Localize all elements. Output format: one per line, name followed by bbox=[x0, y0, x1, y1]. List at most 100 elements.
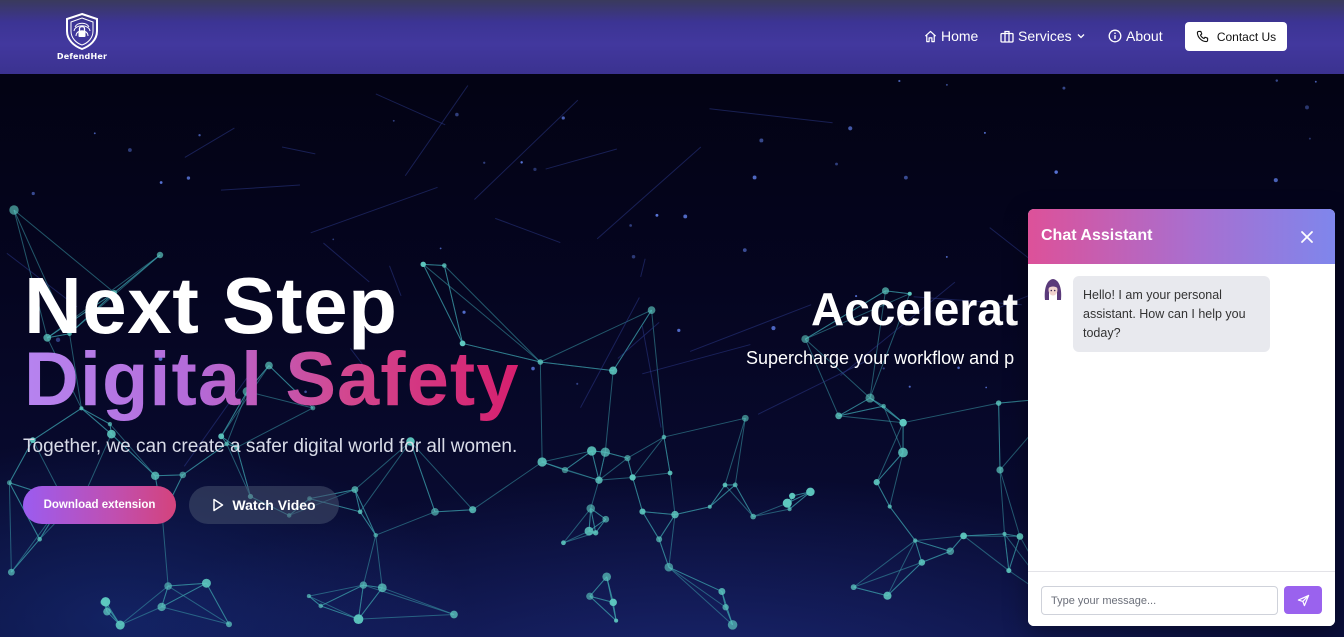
network-node bbox=[595, 476, 603, 484]
network-star bbox=[520, 161, 523, 164]
network-star bbox=[945, 83, 948, 86]
network-star bbox=[742, 248, 747, 252]
slide-title: Accelerat bbox=[811, 283, 1019, 335]
nav-home-label: Home bbox=[941, 28, 979, 44]
network-node bbox=[801, 335, 810, 344]
network-node bbox=[7, 568, 15, 576]
network-node bbox=[115, 620, 125, 630]
nav-home[interactable]: Home bbox=[924, 26, 978, 46]
network-line bbox=[752, 502, 788, 518]
network-line bbox=[606, 576, 617, 621]
chat-assistant-panel: Chat Assistant Hello! I am your personal… bbox=[1028, 209, 1335, 626]
send-button[interactable] bbox=[1284, 586, 1322, 614]
network-node bbox=[741, 414, 749, 422]
network-line bbox=[709, 108, 833, 124]
network-line bbox=[539, 361, 543, 462]
network-node bbox=[156, 251, 164, 259]
network-node bbox=[718, 587, 726, 595]
network-node bbox=[787, 507, 792, 512]
network-star bbox=[629, 224, 632, 227]
network-star bbox=[159, 181, 163, 184]
close-icon[interactable] bbox=[1298, 228, 1316, 246]
shield-icon bbox=[66, 12, 98, 50]
network-line bbox=[887, 540, 916, 596]
watch-video-label: Watch Video bbox=[232, 497, 316, 513]
nav-about-label: About bbox=[1126, 28, 1163, 44]
network-star bbox=[1273, 178, 1278, 183]
brand-logo[interactable]: DefendHer bbox=[56, 12, 108, 64]
network-line bbox=[596, 146, 702, 240]
network-line bbox=[663, 436, 671, 474]
network-node bbox=[671, 510, 679, 519]
network-star bbox=[392, 119, 395, 122]
network-line bbox=[308, 584, 364, 597]
network-node bbox=[442, 263, 447, 268]
network-star bbox=[531, 366, 535, 371]
chat-message-input[interactable] bbox=[1041, 586, 1278, 615]
chevron-down-icon bbox=[1077, 34, 1085, 39]
network-node bbox=[157, 602, 166, 612]
network-line bbox=[161, 606, 230, 625]
network-node bbox=[656, 536, 663, 543]
network-star bbox=[127, 148, 132, 152]
network-line bbox=[358, 613, 455, 620]
nav-about[interactable]: About bbox=[1108, 26, 1163, 46]
network-line bbox=[668, 566, 726, 608]
network-star bbox=[771, 326, 776, 331]
network-line bbox=[10, 538, 41, 573]
network-node bbox=[609, 366, 618, 375]
briefcase-icon bbox=[1000, 30, 1014, 43]
network-line bbox=[642, 511, 660, 540]
network-star bbox=[655, 213, 659, 217]
network-line bbox=[889, 506, 916, 541]
network-line bbox=[963, 535, 1010, 571]
network-node bbox=[664, 562, 674, 572]
network-line bbox=[590, 480, 600, 509]
network-node bbox=[37, 536, 42, 542]
chat-title: Chat Assistant bbox=[1041, 227, 1153, 244]
network-node bbox=[647, 306, 656, 314]
network-line bbox=[915, 540, 951, 552]
network-node bbox=[201, 578, 211, 588]
network-node bbox=[353, 614, 364, 625]
network-line bbox=[434, 509, 473, 513]
download-extension-button[interactable]: Download extension bbox=[23, 486, 176, 524]
network-star bbox=[835, 162, 838, 166]
assistant-message: Hello! I am your personal assistant. How… bbox=[1073, 276, 1270, 352]
network-line bbox=[838, 405, 884, 417]
network-node bbox=[667, 470, 673, 476]
network-node bbox=[722, 604, 729, 611]
network-node bbox=[732, 482, 738, 488]
info-icon bbox=[1108, 29, 1122, 43]
contact-us-button[interactable]: Contact Us bbox=[1185, 22, 1287, 51]
nav-services[interactable]: Services bbox=[1000, 26, 1086, 46]
network-node bbox=[602, 515, 610, 523]
contact-us-label: Contact Us bbox=[1216, 29, 1277, 44]
brand-name: DefendHer bbox=[56, 52, 108, 61]
network-node bbox=[1006, 568, 1012, 574]
network-line bbox=[757, 361, 866, 415]
network-node bbox=[469, 506, 477, 514]
watch-video-button[interactable]: Watch Video bbox=[189, 486, 339, 524]
network-node bbox=[865, 393, 875, 403]
network-star bbox=[31, 191, 35, 196]
nav-services-label: Services bbox=[1018, 28, 1072, 44]
network-line bbox=[627, 436, 665, 459]
network-node bbox=[629, 474, 636, 481]
network-star bbox=[332, 238, 335, 241]
network-node bbox=[377, 583, 387, 593]
network-line bbox=[853, 540, 916, 588]
network-line bbox=[753, 508, 790, 518]
network-line bbox=[999, 469, 1005, 534]
network-star bbox=[903, 175, 908, 180]
network-line bbox=[999, 469, 1021, 537]
network-node bbox=[707, 504, 712, 509]
phone-icon bbox=[1196, 30, 1208, 43]
network-star bbox=[752, 175, 757, 180]
network-line bbox=[838, 397, 871, 417]
network-node bbox=[584, 526, 594, 536]
network-line bbox=[658, 539, 670, 568]
network-node bbox=[431, 507, 439, 516]
network-node bbox=[750, 513, 757, 520]
network-node bbox=[537, 359, 544, 365]
